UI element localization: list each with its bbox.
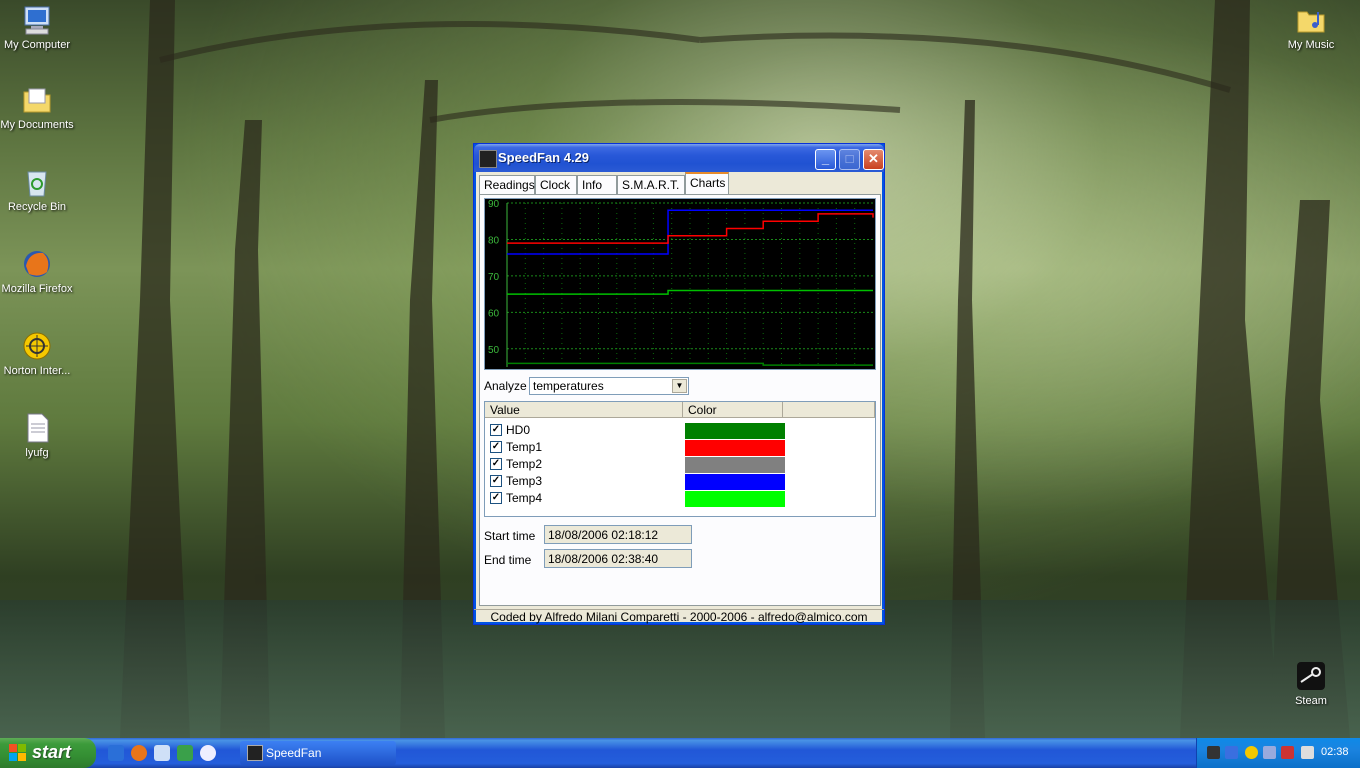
list-item[interactable]: ✓ Temp1 [485, 439, 785, 456]
list-item[interactable]: ✓ Temp4 [485, 490, 785, 507]
steam-icon [1295, 660, 1327, 692]
start-time-field[interactable]: 18/08/2006 02:18:12 [544, 525, 692, 544]
tab-info[interactable]: Info [577, 175, 617, 194]
desktop-icon-my-computer[interactable]: My Computer [0, 4, 74, 52]
checkbox-temp3[interactable]: ✓ [490, 475, 502, 487]
sensor-name: Temp3 [506, 474, 543, 488]
norton-icon [21, 330, 53, 362]
tab-charts[interactable]: Charts [685, 172, 729, 194]
analyze-label: Analyze [484, 379, 527, 393]
windows-logo-icon [9, 744, 26, 761]
checkbox-temp2[interactable]: ✓ [490, 458, 502, 470]
explorer-icon[interactable] [154, 745, 170, 761]
messenger-icon[interactable] [177, 745, 193, 761]
firefox-icon[interactable] [131, 745, 147, 761]
y-tick-label: 90 [488, 199, 500, 210]
maximize-button[interactable]: □ [839, 149, 860, 170]
end-time-field[interactable]: 18/08/2006 02:38:40 [544, 549, 692, 568]
sensor-name: Temp4 [506, 491, 543, 505]
recycle-bin-icon [21, 166, 53, 198]
network-icon[interactable] [1263, 746, 1276, 759]
analyze-select[interactable]: temperatures ▼ [529, 377, 689, 395]
desktop-icon-lyufg[interactable]: lyufg [0, 412, 74, 460]
tab-bar: Readings Clock Info S.M.A.R.T. Charts [479, 172, 879, 194]
checkbox-temp1[interactable]: ✓ [490, 441, 502, 453]
list-item[interactable]: ✓ Temp3 [485, 473, 785, 490]
text-file-icon [21, 412, 53, 444]
taskbar-button-speedfan[interactable]: SpeedFan [240, 741, 396, 765]
sensor-list: Value Color ✓ HD0 ✓ Temp1 ✓ Temp2 ✓ Temp… [484, 401, 876, 517]
desktop-icon-recycle-bin[interactable]: Recycle Bin [0, 166, 74, 214]
desktop-icon-norton[interactable]: Norton Inter... [0, 330, 74, 378]
clock[interactable]: 02:38 [1321, 746, 1349, 758]
analyze-select-value: temperatures [533, 379, 604, 393]
steam-tray-icon[interactable] [1207, 746, 1220, 759]
start-button[interactable]: start [0, 738, 96, 768]
tab-readings[interactable]: Readings [479, 175, 535, 194]
maximize-icon: □ [845, 151, 854, 166]
column-header-empty[interactable] [783, 402, 875, 418]
tab-smart[interactable]: S.M.A.R.T. [617, 175, 685, 194]
y-tick-label: 80 [488, 235, 500, 246]
y-tick-label: 60 [488, 308, 500, 319]
sensor-name: Temp2 [506, 457, 543, 471]
media-player-icon[interactable] [200, 745, 216, 761]
window-title: SpeedFan 4.29 [498, 150, 590, 165]
y-tick-label: 50 [488, 345, 500, 356]
charts-panel: 90 80 70 60 50 Analyze temperatures ▼ Value … [479, 194, 881, 606]
folder-icon [21, 84, 53, 116]
column-header-color[interactable]: Color [683, 402, 783, 418]
taskbar: start SpeedFan 02:38 [0, 738, 1360, 768]
color-swatch[interactable] [685, 423, 785, 439]
desktop-icon-steam[interactable]: Steam [1274, 660, 1348, 708]
temperature-chart-plot: 90 80 70 60 50 [488, 199, 874, 367]
column-header-value[interactable]: Value [485, 402, 683, 418]
sensor-name: HD0 [506, 423, 531, 437]
start-time-label: Start time [484, 529, 536, 543]
checkbox-hd0[interactable]: ✓ [490, 424, 502, 436]
list-item[interactable]: ✓ Temp2 [485, 456, 785, 473]
color-swatch[interactable] [685, 474, 785, 490]
music-folder-icon [1295, 4, 1327, 36]
firefox-icon [21, 248, 53, 280]
y-tick-label: 70 [488, 272, 500, 283]
system-tray: 02:38 [1196, 738, 1360, 768]
start-label: start [32, 742, 72, 762]
speedfan-tray-icon[interactable] [1225, 746, 1238, 759]
title-bar[interactable]: SpeedFan 4.29 _ □ ✕ [474, 144, 884, 172]
list-item[interactable]: ✓ HD0 [485, 422, 785, 439]
minimize-button[interactable]: _ [815, 149, 836, 170]
sensor-name: Temp1 [506, 440, 543, 454]
dropdown-arrow-icon[interactable]: ▼ [672, 379, 687, 393]
ie-icon[interactable] [108, 745, 124, 761]
tab-clock[interactable]: Clock [535, 175, 577, 194]
minimize-icon: _ [821, 151, 830, 166]
computer-icon [21, 4, 53, 36]
taskbar-button-label: SpeedFan [266, 746, 322, 760]
status-bar: Coded by Alfredo Milani Comparetti - 200… [474, 609, 884, 626]
end-time-label: End time [484, 553, 532, 567]
desktop-icon-my-music[interactable]: My Music [1274, 4, 1348, 52]
temperature-chart: 90 80 70 60 50 [484, 198, 876, 370]
speedfan-app-icon[interactable] [479, 150, 497, 168]
speedfan-icon [247, 745, 263, 761]
color-swatch[interactable] [685, 440, 785, 456]
close-icon: ✕ [868, 151, 879, 166]
speedfan-window: SpeedFan 4.29 _ □ ✕ Readings Clock Info … [473, 143, 885, 625]
desktop-icon-my-documents[interactable]: My Documents [0, 84, 74, 132]
security-icon[interactable] [1281, 746, 1294, 759]
color-swatch[interactable] [685, 491, 785, 507]
norton-tray-icon[interactable] [1245, 746, 1258, 759]
volume-icon[interactable] [1301, 746, 1314, 759]
close-button[interactable]: ✕ [863, 149, 884, 170]
checkbox-temp4[interactable]: ✓ [490, 492, 502, 504]
color-swatch[interactable] [685, 457, 785, 473]
desktop-icon-firefox[interactable]: Mozilla Firefox [0, 248, 74, 296]
